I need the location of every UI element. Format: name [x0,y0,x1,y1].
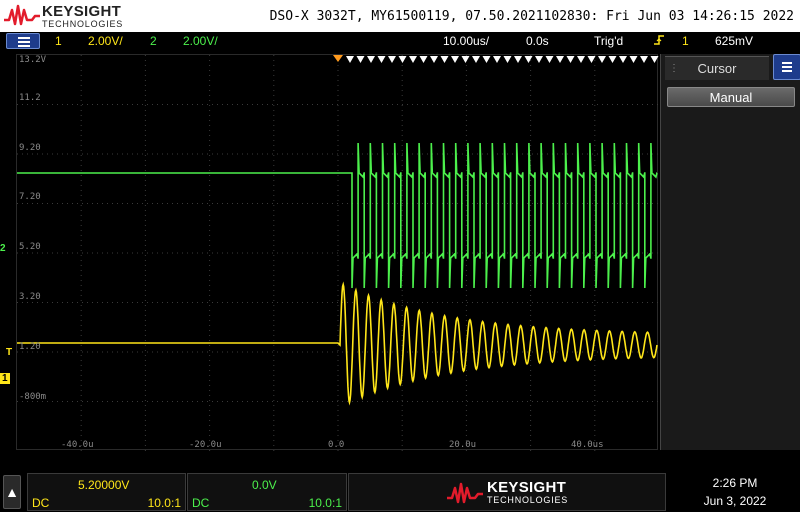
main-menu-button[interactable] [6,33,40,49]
ch1-settings[interactable]: 5.20000V DC 10.0:1 [27,473,186,511]
keysight-logo-bottom: KEYSIGHT TECHNOLOGIES [348,473,666,511]
ch2-coupling: DC [192,496,210,510]
segment-marker-icon [514,56,522,63]
ch2-trace [17,142,658,289]
trigger-delay[interactable]: 0.0s [526,34,549,48]
y-tick-label: -800m [19,392,47,402]
segment-marker-icon [556,56,564,63]
y-tick-label: 3.20 [19,292,41,302]
trigger-source[interactable]: 1 [682,34,689,48]
segment-marker-icon [409,56,417,63]
x-tick-label: -20.0u [189,440,222,450]
instrument-info: DSO-X 3032T, MY61500119, 07.50.202110283… [269,9,794,24]
x-tick-label: -40.0u [61,440,94,450]
y-tick-label: 9.20 [19,143,41,153]
ch1-scale[interactable]: 2.00V/ [88,34,123,48]
softkey-panel: ⋮ Cursor Manual [660,54,800,450]
segment-marker-icon [472,56,480,63]
waveform-graticule [17,55,659,451]
title-bar: KEYSIGHT TECHNOLOGIES DSO-X 3032T, MY615… [0,0,800,32]
segment-marker-icon [598,56,606,63]
manual-mode-button[interactable]: Manual [667,87,795,107]
bottom-bar: ▲ 5.20000V DC 10.0:1 0.0V DC 10.0:1 KEYS… [0,470,800,512]
segment-marker-icon [461,56,470,63]
segment-marker-icon [608,56,617,63]
keysight-wave-icon [4,4,40,26]
x-tick-label: 40.0us [571,440,604,450]
segment-marker-icon [493,56,501,63]
segment-marker-icon [440,56,449,63]
segment-marker-icon [356,56,365,63]
brand-name: KEYSIGHT [42,3,122,20]
trigger-position-icon [333,55,343,62]
ch1-label[interactable]: 1 [55,34,62,48]
segment-marker-icon [482,56,491,63]
segment-marker-icon [566,56,575,63]
segment-marker-icon [503,56,512,63]
status-bar: 1 2.00V/ 2 2.00V/ 10.00us/ 0.0s Trig'd 1… [0,32,800,50]
brand-tagline: TECHNOLOGIES [42,19,124,29]
segment-marker-icon [545,56,554,63]
trigger-state: Trig'd [594,34,624,48]
keysight-logo: KEYSIGHT TECHNOLOGIES [4,2,134,30]
y-tick-label: 11.2 [19,93,41,103]
segment-marker-icon [535,56,543,63]
segment-marker-icon [367,56,375,63]
ch2-settings[interactable]: 0.0V DC 10.0:1 [187,473,347,511]
ch1-coupling: DC [32,496,50,510]
segment-marker-icon [629,56,638,63]
trigger-level-marker[interactable]: T [6,347,12,358]
panel-menu-button[interactable] [773,54,800,80]
segment-marker-icon [619,56,627,63]
keysight-wave-icon [447,482,483,504]
trigger-level[interactable]: 625mV [715,34,753,48]
y-tick-label: 1.20 [19,342,41,352]
ch2-label[interactable]: 2 [150,34,157,48]
segment-marker-icon [398,56,407,63]
clock-time: 2:26 PM [712,476,758,490]
ch1-offset: 5.20000V [78,478,130,492]
trigger-edge-icon [654,34,664,49]
arrow-up-icon: ▲ [5,484,19,500]
tab-cursor-label: Cursor [697,61,737,76]
drag-handle-icon: ⋮ [669,63,679,74]
segment-marker-icon [640,56,648,63]
ch2-ground-marker[interactable]: 2 [0,243,6,254]
ch2-probe: 10.0:1 [308,496,342,510]
timebase-scale[interactable]: 10.00us/ [443,34,489,48]
ch2-offset: 0.0V [252,478,277,492]
brand-tagline: TECHNOLOGIES [487,495,569,505]
x-tick-label: 20.0u [449,440,477,450]
ch1-probe: 10.0:1 [147,496,181,510]
expand-up-button[interactable]: ▲ [3,475,21,509]
segment-marker-icon [650,56,659,63]
brand-name: KEYSIGHT [487,479,567,496]
y-tick-label: 7.20 [19,192,41,202]
waveform-display[interactable]: 13.2V 11.2 9.20 7.20 5.20 3.20 1.20 -800… [16,54,659,451]
ch1-ground-marker[interactable]: 1 [0,373,10,384]
segment-marker-icon [346,56,354,63]
segment-marker-icon [430,56,438,63]
ch2-scale[interactable]: 2.00V/ [183,34,218,48]
clock-date: Jun 3, 2022 [703,494,767,508]
segment-marker-icon [377,56,386,63]
segment-marker-icon [451,56,459,63]
segment-marker-icon [524,56,533,63]
segment-marker-icon [577,56,585,63]
y-tick-label: 5.20 [19,242,41,252]
segment-marker-icon [587,56,596,63]
segment-marker-icon [419,56,428,63]
y-tick-label: 13.2V [19,55,47,65]
tab-cursor[interactable]: ⋮ Cursor [665,56,769,80]
x-tick-label: 0.0 [328,440,345,450]
segment-marker-icon [388,56,396,63]
